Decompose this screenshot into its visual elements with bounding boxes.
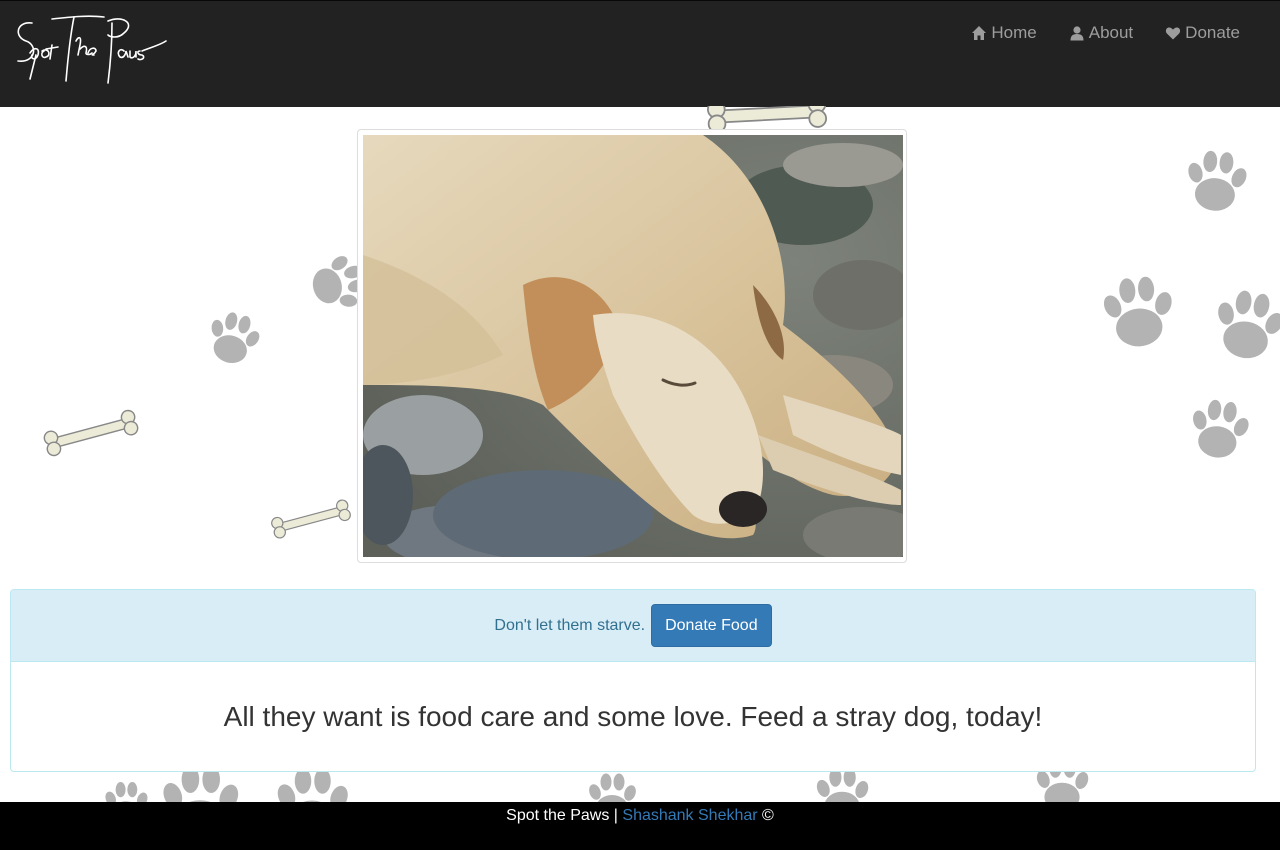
sleeping-dog-image <box>363 135 903 557</box>
paw-print-icon <box>1182 148 1251 214</box>
nav-donate-label: Donate <box>1185 23 1240 42</box>
paw-print-icon <box>103 781 150 802</box>
nav-home-link[interactable]: Home <box>955 21 1052 45</box>
bone-icon <box>269 498 353 540</box>
panel-body-text: All they want is food care and some love… <box>223 701 1043 732</box>
paw-print-icon <box>1098 274 1179 350</box>
paw-print-icon <box>201 307 266 370</box>
nav-about-link[interactable]: About <box>1053 21 1149 45</box>
footer-site-name: Spot the Paws <box>506 807 610 824</box>
nav-home-label: Home <box>991 23 1037 42</box>
heart-icon <box>1166 27 1181 40</box>
footer: Spot the Paws | Shashank Shekhar © <box>0 802 1280 850</box>
nav-menu: Home About Donate <box>955 21 1256 45</box>
nav-donate-link[interactable]: Donate <box>1149 21 1256 45</box>
panel-heading: Don't let them starve. Donate Food <box>11 590 1255 662</box>
paw-print-icon <box>814 768 871 802</box>
paw-print-icon <box>274 768 351 802</box>
paw-print-icon <box>587 773 638 802</box>
user-icon <box>1070 26 1084 41</box>
paw-print-icon <box>1185 396 1254 462</box>
stray-dog-photo <box>357 129 907 563</box>
paw-print-icon <box>1208 286 1280 365</box>
footer-separator: | <box>613 807 618 824</box>
navbar: Home About Donate <box>0 0 1280 107</box>
brand-logo[interactable] <box>12 11 172 91</box>
home-icon <box>972 26 987 40</box>
nav-about-label: About <box>1088 23 1134 42</box>
footer-author-link[interactable]: Shashank Shekhar <box>622 807 757 824</box>
footer-copyright: © <box>762 807 774 824</box>
panel-heading-text: Don't let them starve. <box>494 616 646 634</box>
donate-panel: Don't let them starve. Donate Food All t… <box>10 589 1256 772</box>
bone-icon <box>42 408 140 458</box>
donate-food-button[interactable]: Donate Food <box>651 604 772 647</box>
panel-body: All they want is food care and some love… <box>11 662 1255 772</box>
